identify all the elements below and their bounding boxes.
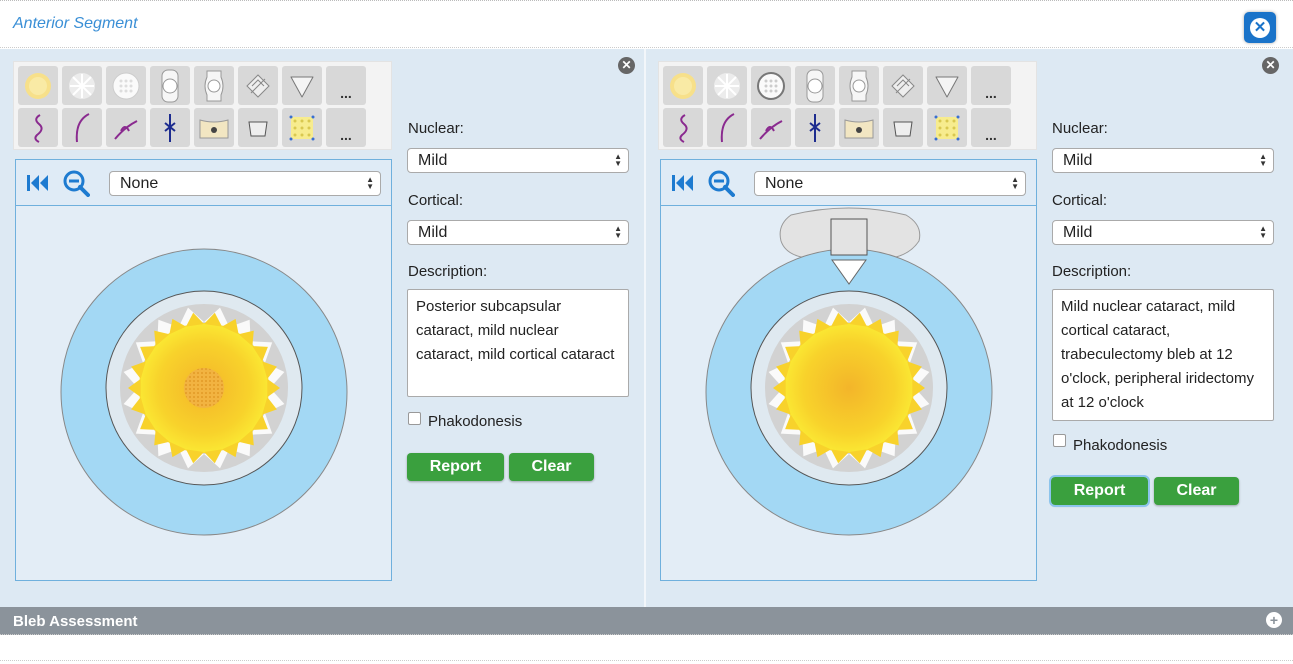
reset-icon[interactable] [669, 169, 697, 197]
more-tools-button-1[interactable]: ... [326, 66, 366, 105]
cortical-label: Cortical: [408, 192, 464, 209]
cortical-select[interactable]: Mild ▲ ▼ [1052, 220, 1274, 245]
nucleus-icon[interactable] [18, 66, 58, 105]
phakodonesis-label: Phakodonesis [1073, 437, 1168, 454]
right-eye-drawing[interactable] [661, 207, 1036, 580]
more-tools-button-2[interactable]: ... [971, 108, 1011, 147]
iol-alt-icon[interactable] [839, 66, 879, 105]
bleb-icon[interactable] [883, 108, 923, 147]
phakodonesis-checkbox[interactable] [1053, 434, 1066, 447]
eyedraw-canvas-container: None ▲ ▼ [15, 159, 392, 581]
needle-icon[interactable] [150, 108, 190, 147]
grid-icon[interactable] [927, 108, 967, 147]
report-button[interactable]: Report [407, 453, 504, 481]
anterior-segment-panel: ✕ ... ... None ▲ ▼ Nuclear: Mild ▲ ▼ Cor… [0, 49, 1293, 607]
nuclear-select-value: Mild [1063, 152, 1093, 169]
arc-icon[interactable] [62, 108, 102, 147]
close-icon: ✕ [1250, 17, 1270, 38]
select-arrows-icon: ▲ ▼ [1259, 224, 1267, 240]
close-section-button[interactable]: ✕ [1244, 12, 1276, 43]
curve-icon[interactable] [18, 108, 58, 147]
psc-icon[interactable] [751, 66, 791, 105]
pi-icon[interactable] [194, 108, 234, 147]
description-textarea[interactable]: Posterior subcapsular cataract, mild nuc… [407, 289, 629, 397]
canvas-controls: None ▲ ▼ [16, 160, 391, 206]
more-tools-button-1[interactable]: ... [971, 66, 1011, 105]
left-eye-drawing[interactable] [16, 207, 391, 580]
bleb-assessment-title: Bleb Assessment [13, 613, 138, 630]
description-label: Description: [1052, 263, 1132, 280]
more-icon: ... [985, 85, 997, 101]
right-eye-panel: ✕ ... ... None ▲ ▼ Nuclear: Mild ▲ ▼ Cor… [645, 49, 1289, 607]
cortical-select-value: Mild [418, 224, 448, 241]
reset-icon[interactable] [24, 169, 52, 197]
section-title: Anterior Segment [13, 15, 138, 32]
cone-icon[interactable] [282, 66, 322, 105]
nuclear-label: Nuclear: [1052, 120, 1108, 137]
cortical-select-value: Mild [1063, 224, 1093, 241]
iol-icon[interactable] [150, 66, 190, 105]
lens-tool-icon[interactable] [883, 66, 923, 105]
cortical-icon[interactable] [62, 66, 102, 105]
pi-icon[interactable] [839, 108, 879, 147]
doodle-toolbar: ... ... [658, 61, 1037, 150]
clear-button[interactable]: Clear [509, 453, 594, 481]
nuclear-select[interactable]: Mild ▲ ▼ [407, 148, 629, 173]
select-arrows-icon: ▲ ▼ [1259, 152, 1267, 168]
nuclear-select[interactable]: Mild ▲ ▼ [1052, 148, 1274, 173]
cortical-label: Cortical: [1052, 192, 1108, 209]
iol-alt-icon[interactable] [194, 66, 234, 105]
select-arrows-icon: ▲ ▼ [614, 224, 622, 240]
view-select-value: None [765, 175, 804, 192]
description-label: Description: [408, 263, 488, 280]
select-arrows-icon: ▲ ▼ [614, 152, 622, 168]
eyedraw-canvas-container: None ▲ ▼ [660, 159, 1037, 581]
curve-icon[interactable] [663, 108, 703, 147]
more-icon: ... [985, 127, 997, 143]
lens-tool-icon[interactable] [238, 66, 278, 105]
remove-left-eye-button[interactable]: ✕ [618, 57, 635, 74]
canvas-controls: None ▲ ▼ [661, 160, 1036, 206]
cone-icon[interactable] [927, 66, 967, 105]
zoom-out-icon[interactable] [62, 169, 90, 197]
clear-button[interactable]: Clear [1154, 477, 1239, 505]
phakodonesis-label: Phakodonesis [428, 413, 523, 430]
section-header: Anterior Segment ✕ [0, 2, 1293, 48]
iol-icon[interactable] [795, 66, 835, 105]
psc-icon[interactable] [106, 66, 146, 105]
cortical-select[interactable]: Mild ▲ ▼ [407, 220, 629, 245]
remove-right-eye-button[interactable]: ✕ [1262, 57, 1279, 74]
description-textarea[interactable]: Mild nuclear cataract, mild cortical cat… [1052, 289, 1274, 421]
needle-icon[interactable] [795, 108, 835, 147]
bleb-icon[interactable] [238, 108, 278, 147]
select-arrows-icon: ▲ ▼ [1011, 175, 1019, 191]
nucleus-icon[interactable] [663, 66, 703, 105]
more-icon: ... [340, 85, 352, 101]
phakodonesis-checkbox[interactable] [408, 412, 421, 425]
view-select[interactable]: None ▲ ▼ [754, 171, 1026, 196]
nuclear-select-value: Mild [418, 152, 448, 169]
left-eye-panel: ✕ ... ... None ▲ ▼ Nuclear: Mild ▲ ▼ Cor… [0, 49, 644, 607]
select-arrows-icon: ▲ ▼ [366, 175, 374, 191]
cortical-icon[interactable] [707, 66, 747, 105]
suture-icon[interactable] [106, 108, 146, 147]
doodle-toolbar: ... ... [13, 61, 392, 150]
zoom-out-icon[interactable] [707, 169, 735, 197]
view-select[interactable]: None ▲ ▼ [109, 171, 381, 196]
suture-icon[interactable] [751, 108, 791, 147]
view-select-value: None [120, 175, 159, 192]
grid-icon[interactable] [282, 108, 322, 147]
more-icon: ... [340, 127, 352, 143]
bleb-assessment-header[interactable]: Bleb Assessment + [0, 607, 1293, 635]
expand-icon[interactable]: + [1266, 612, 1282, 628]
arc-icon[interactable] [707, 108, 747, 147]
report-button[interactable]: Report [1049, 475, 1150, 507]
more-tools-button-2[interactable]: ... [326, 108, 366, 147]
nuclear-label: Nuclear: [408, 120, 464, 137]
